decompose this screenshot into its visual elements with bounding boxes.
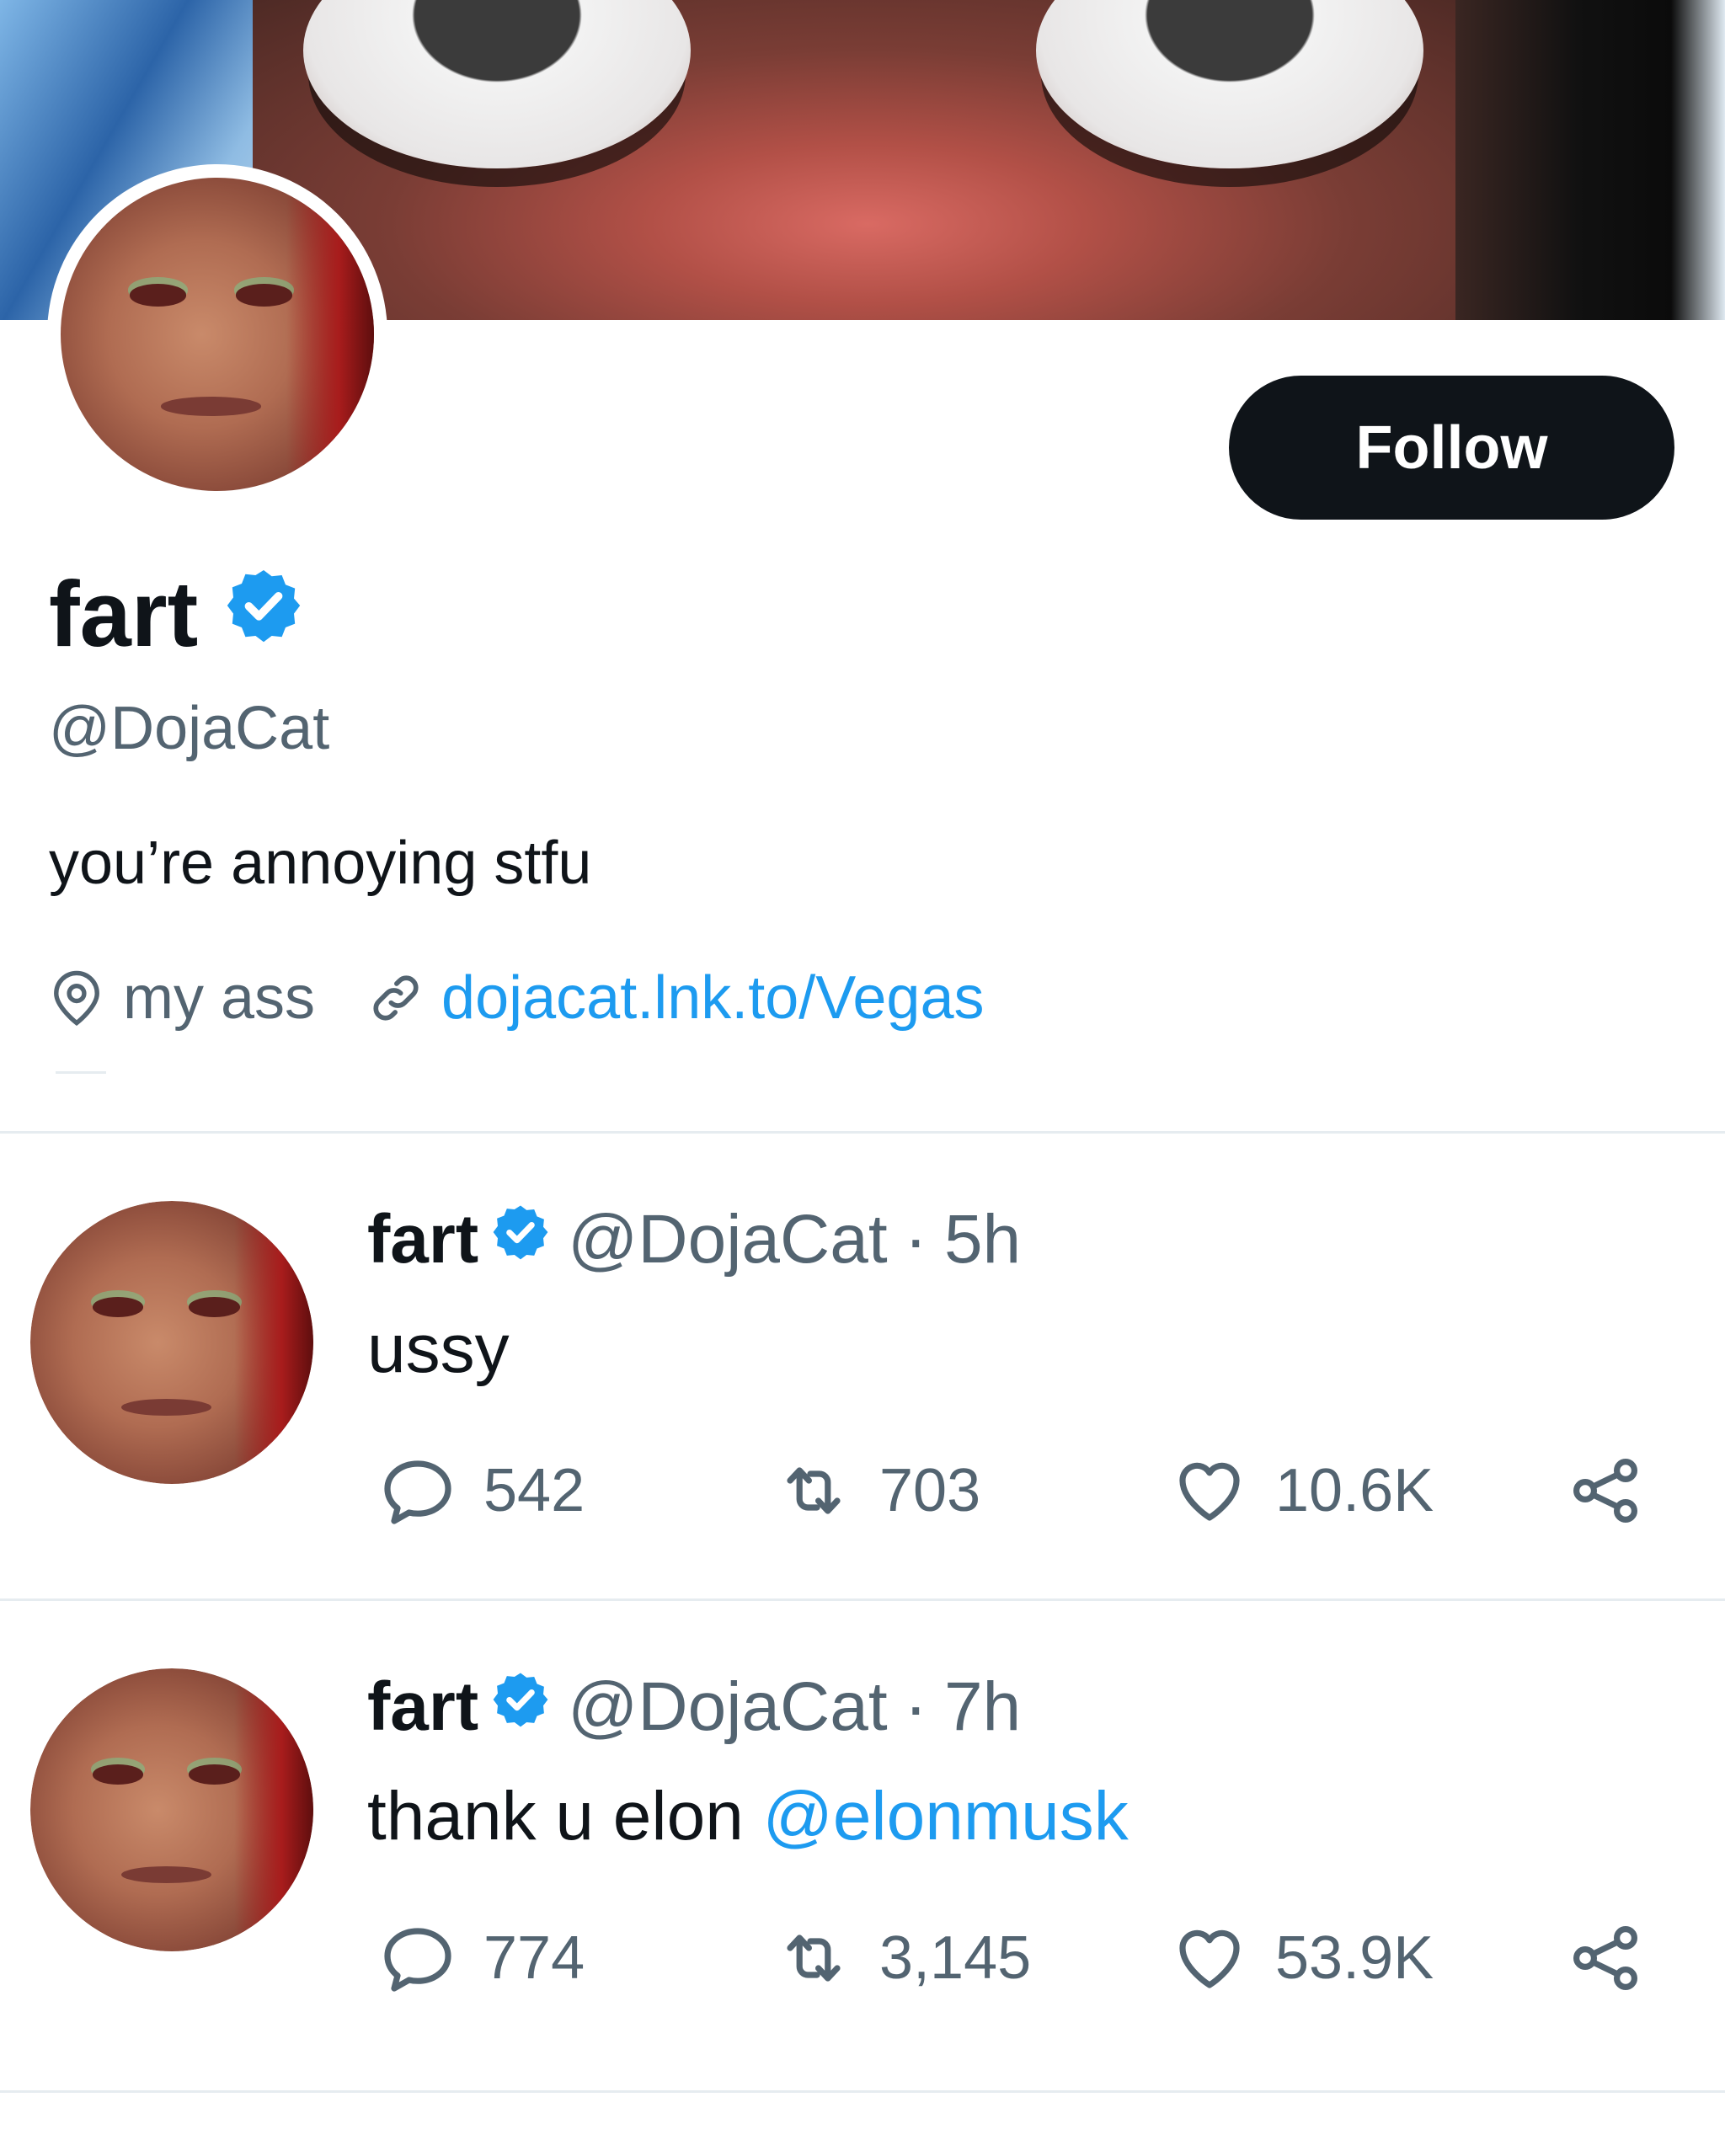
tweet-time[interactable]: 5h [944, 1198, 1021, 1282]
reply-count: 774 [483, 1924, 585, 1992]
verified-badge-icon [490, 1665, 551, 1749]
like-count: 53.9K [1275, 1924, 1434, 1992]
retweet-button[interactable]: 703 [773, 1450, 1169, 1531]
tweet[interactable]: fart @DojaCat · 5h ussy 542 703 10.6K [0, 1134, 1725, 1572]
like-icon [1169, 1918, 1250, 1999]
retweet-button[interactable]: 3,145 [773, 1918, 1169, 1999]
divider [0, 2090, 1725, 2093]
profile-handle: @DojaCat [49, 695, 330, 762]
avatar-image [30, 1668, 313, 1951]
avatar-image [61, 178, 374, 491]
reply-button[interactable]: 774 [377, 1918, 773, 1999]
like-button[interactable]: 53.9K [1169, 1918, 1565, 1999]
profile-bio: you’re annoying stfu [49, 830, 592, 897]
tweet-body: thank u elon [367, 1778, 763, 1854]
tweet-actions: 542 703 10.6K [377, 1450, 1674, 1531]
tweet[interactable]: fart @DojaCat · 7h thank u elon @elonmus… [0, 1601, 1725, 2039]
banner-hair [1455, 0, 1725, 320]
tweet-actions: 774 3,145 53.9K [377, 1918, 1674, 1999]
reply-button[interactable]: 542 [377, 1450, 773, 1531]
like-icon [1169, 1450, 1250, 1531]
tweet-time[interactable]: 7h [944, 1665, 1021, 1749]
profile-avatar[interactable] [47, 164, 387, 504]
profile-location: my ass [123, 964, 316, 1032]
reply-count: 542 [483, 1457, 585, 1524]
retweet-count: 703 [879, 1457, 981, 1524]
tweet-body: ussy [367, 1310, 510, 1387]
profile-display-name: fart [49, 564, 304, 665]
tweet-header: fart @DojaCat · 7h [367, 1665, 1021, 1749]
tweet-separator: · [904, 1201, 927, 1278]
profile-name-text: fart [49, 563, 199, 666]
retweet-count: 3,145 [879, 1924, 1032, 1992]
verified-badge-icon [223, 564, 304, 665]
retweet-icon [773, 1450, 854, 1531]
location-pin-icon [49, 969, 104, 1027]
tweet-text: thank u elon @elonmusk [367, 1774, 1129, 1859]
verified-badge-icon [490, 1198, 551, 1282]
share-icon [1565, 1918, 1646, 1999]
tweet-avatar[interactable] [30, 1668, 313, 1951]
tweet-separator: · [904, 1668, 927, 1745]
tweet-author-name[interactable]: fart [367, 1665, 478, 1749]
share-button[interactable] [1565, 1450, 1646, 1531]
tweet-avatar[interactable] [30, 1201, 313, 1484]
tweet-author-name[interactable]: fart [367, 1198, 478, 1282]
reply-icon [377, 1450, 458, 1531]
profile-meta: my ass dojacat.lnk.to/Vegas [49, 960, 984, 1036]
like-button[interactable]: 10.6K [1169, 1450, 1565, 1531]
decorative-dash [56, 1071, 106, 1074]
share-button[interactable] [1565, 1918, 1646, 1999]
retweet-icon [773, 1918, 854, 1999]
tweet-header: fart @DojaCat · 5h [367, 1198, 1021, 1282]
link-icon [367, 969, 425, 1027]
tweet-author-handle[interactable]: @DojaCat [568, 1665, 888, 1749]
profile-website-link[interactable]: dojacat.lnk.to/Vegas [441, 960, 984, 1036]
reply-icon [377, 1918, 458, 1999]
like-count: 10.6K [1275, 1457, 1434, 1524]
avatar-image [30, 1201, 313, 1484]
mention-link[interactable]: @elonmusk [763, 1778, 1129, 1854]
tweet-author-handle[interactable]: @DojaCat [568, 1198, 888, 1282]
follow-button[interactable]: Follow [1229, 376, 1674, 520]
tweet-text: ussy [367, 1307, 510, 1391]
share-icon [1565, 1450, 1646, 1531]
